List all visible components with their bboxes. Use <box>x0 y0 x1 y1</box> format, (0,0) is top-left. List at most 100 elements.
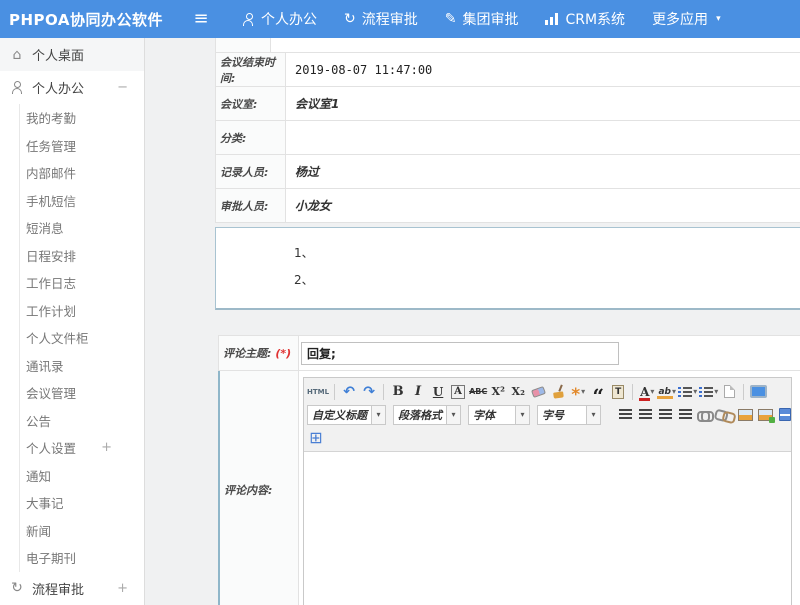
undo-icon: ↶ <box>343 384 355 400</box>
paste-text-button[interactable]: T <box>609 383 627 401</box>
unlink-button[interactable] <box>716 406 734 424</box>
field-value <box>286 121 800 154</box>
nav-label: CRM系统 <box>565 9 625 29</box>
sidebar-item-internal-mail[interactable]: 内部邮件 <box>19 159 144 187</box>
subscript-button[interactable]: X₂ <box>509 383 527 401</box>
sidebar-item-my-attendance[interactable]: 我的考勤 <box>19 104 144 132</box>
unordered-list-button[interactable]: ▾ <box>699 383 718 401</box>
font-box-button[interactable]: A <box>449 383 467 401</box>
link-icon <box>697 411 714 419</box>
sidebar-item-meeting-management[interactable]: 会议管理 <box>19 379 144 407</box>
caret-down-icon: ▾ <box>693 387 697 396</box>
font-color-icon: A <box>640 385 649 399</box>
quote-icon: “ <box>592 392 604 400</box>
nav-personal-office[interactable]: 个人办公 <box>242 9 317 29</box>
new-page-button[interactable] <box>720 383 738 401</box>
icon-wrap: ↻ <box>9 581 25 595</box>
sidebar-item-e-journal[interactable]: 电子期刊 <box>19 544 144 572</box>
field-label <box>216 38 271 52</box>
ordered-list-button[interactable]: ▾ <box>678 383 697 401</box>
align-right-button[interactable] <box>656 406 674 424</box>
italic-button[interactable]: I <box>409 383 427 401</box>
sidebar-item-label: 手机短信 <box>26 191 76 210</box>
align-center-button[interactable] <box>636 406 654 424</box>
blockquote-button[interactable]: “ <box>589 383 607 401</box>
sidebar-item-work-log[interactable]: 工作日志 <box>19 269 144 297</box>
bold-icon: B <box>393 384 404 399</box>
redo-button[interactable]: ↷ <box>360 383 378 401</box>
collapse-minus-icon[interactable]: − <box>117 80 128 95</box>
sidebar-item-schedule[interactable]: 日程安排 <box>19 242 144 270</box>
strikethrough-icon: ABC <box>469 387 487 396</box>
font-size-select[interactable]: 字号▾ <box>537 405 601 425</box>
field-label: 会议室: <box>216 87 286 120</box>
media-button[interactable] <box>776 406 794 424</box>
insert-image-button[interactable] <box>756 406 774 424</box>
cycle-icon: ↻ <box>11 581 23 595</box>
paragraph-select[interactable]: 段落格式▾ <box>393 405 461 425</box>
cycle-icon: ↻ <box>344 12 356 26</box>
sidebar-item-announcement[interactable]: 公告 <box>19 407 144 435</box>
sidebar-item-notice[interactable]: 通知 <box>19 462 144 490</box>
nav-more-apps[interactable]: 更多应用▾ <box>652 9 721 29</box>
font-family-select[interactable]: 字体▾ <box>468 405 530 425</box>
align-right-icon <box>659 409 672 420</box>
sidebar-item-contacts[interactable]: 通讯录 <box>19 352 144 380</box>
table-row-partial <box>216 38 800 53</box>
sidebar-item-personal-files[interactable]: 个人文件柜 <box>19 324 144 352</box>
underline-button[interactable]: U <box>429 383 447 401</box>
bold-button[interactable]: B <box>389 383 407 401</box>
expand-plus-icon[interactable]: + <box>117 581 128 596</box>
eraser-button[interactable] <box>529 383 547 401</box>
sidebar-item-work-plan[interactable]: 工作计划 <box>19 297 144 325</box>
undo-button[interactable]: ↶ <box>340 383 358 401</box>
comment-subject-input[interactable] <box>301 342 619 365</box>
format-brush-button[interactable] <box>549 383 567 401</box>
align-center-icon <box>639 409 652 420</box>
nav-process-approval[interactable]: ↻流程审批 <box>344 9 418 29</box>
html-source-button[interactable]: HTML <box>307 383 329 401</box>
format-brush-icon <box>551 384 566 399</box>
superscript-button[interactable]: X² <box>489 383 507 401</box>
align-left-button[interactable] <box>616 406 634 424</box>
align-justify-button[interactable] <box>676 406 694 424</box>
toolbar-separator <box>334 384 335 400</box>
menu-toggle-icon[interactable]: ≡ <box>186 0 216 38</box>
caret-down-icon: ▾ <box>515 406 529 424</box>
sidebar-item-label: 个人桌面 <box>32 45 84 64</box>
sidebar-item-label: 短消息 <box>26 218 64 237</box>
caret-down-icon: ▾ <box>650 387 654 396</box>
sidebar-item-label: 个人设置 <box>26 438 76 457</box>
editor-content-area[interactable] <box>304 452 791 605</box>
font-color-button[interactable]: A▾ <box>638 383 656 401</box>
expand-plus-icon[interactable]: + <box>101 440 112 455</box>
toolbar-row-2: 自定义标题▾段落格式▾字体▾字号▾ <box>307 403 788 426</box>
strikethrough-button[interactable]: ABC <box>469 383 487 401</box>
sidebar-item-short-message[interactable]: 短消息 <box>19 214 144 242</box>
field-label: 审批人员: <box>216 189 286 222</box>
highlight-color-button[interactable]: ab▾ <box>658 383 676 401</box>
image-button[interactable] <box>736 406 754 424</box>
sidebar-item-process-approval[interactable]: ↻流程审批+ <box>0 572 144 605</box>
sidebar-item-label: 我的考勤 <box>26 108 76 127</box>
sidebar-item-personal-office[interactable]: 个人办公− <box>0 71 144 104</box>
nav-crm[interactable]: CRM系统 <box>545 9 625 29</box>
insert-table-button[interactable]: ⊞ <box>307 429 325 447</box>
heading-select[interactable]: 自定义标题▾ <box>307 405 386 425</box>
nav-group-approval[interactable]: ✎集团审批 <box>445 9 519 29</box>
sidebar-item-personal-settings[interactable]: 个人设置 + <box>19 434 144 462</box>
quick-format-button[interactable]: *▾ <box>569 383 587 401</box>
link-button[interactable] <box>696 406 714 424</box>
sidebar-item-label: 工作计划 <box>26 301 76 320</box>
sidebar-item-big-events[interactable]: 大事记 <box>19 489 144 517</box>
content-line: 1、 <box>294 240 800 267</box>
sidebar-item-news[interactable]: 新闻 <box>19 517 144 545</box>
align-left-icon <box>619 409 632 420</box>
fullscreen-button[interactable] <box>749 383 767 401</box>
sidebar-item-desktop[interactable]: ⌂个人桌面 <box>0 38 144 71</box>
select-label: 字号 <box>538 407 586 423</box>
sidebar-item-label: 内部邮件 <box>26 163 76 182</box>
sidebar-item-sms[interactable]: 手机短信 <box>19 187 144 215</box>
sidebar-item-task-management[interactable]: 任务管理 <box>19 132 144 160</box>
nav-label: 集团审批 <box>462 9 518 29</box>
